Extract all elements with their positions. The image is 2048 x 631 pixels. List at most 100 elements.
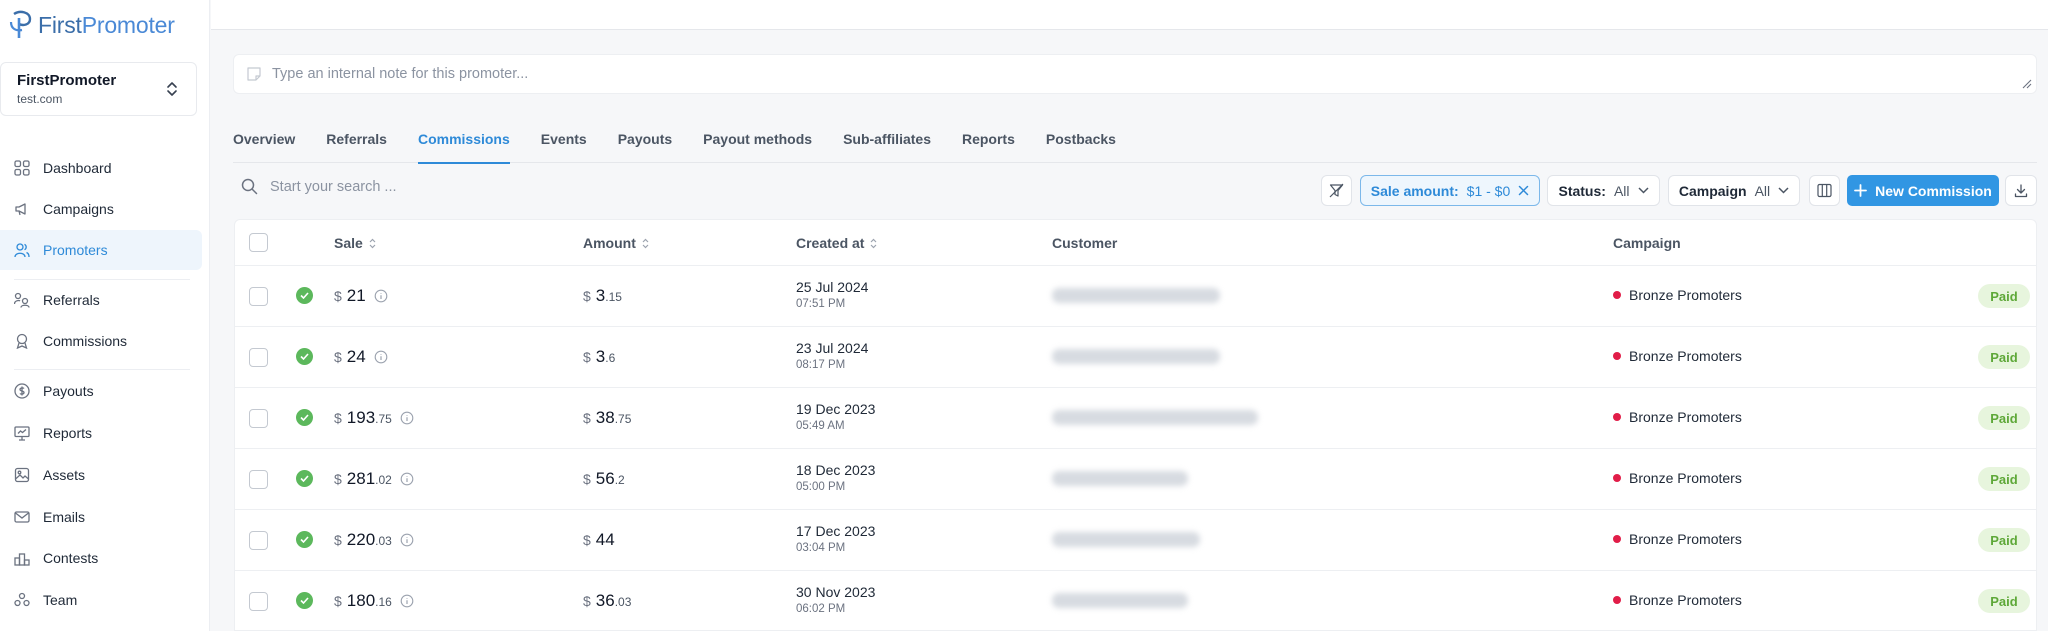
column-header-amount[interactable]: Amount [583, 235, 649, 251]
columns-icon [1817, 183, 1832, 198]
sale-amount-filter-label: Sale amount: [1370, 182, 1459, 199]
created-time: 05:00 PM [796, 481, 846, 493]
table-row[interactable]: $ 24 $ 3.6 23 Jul 2024 08:17 PM Bronze P… [235, 327, 2036, 388]
info-icon[interactable] [400, 411, 414, 425]
sidebar-item-referrals[interactable]: Referrals [0, 280, 202, 320]
brand-name-second: Promoter [81, 11, 175, 38]
filter-off-icon [1329, 183, 1344, 198]
internal-note-input[interactable] [272, 66, 1872, 82]
customer-email-blurred [1052, 349, 1220, 364]
created-at: 19 Dec 2023 05:49 AM [796, 401, 875, 432]
sale-amount: $ 193.75 [334, 408, 414, 428]
tab-events[interactable]: Events [541, 123, 587, 163]
new-commission-button[interactable]: New Commission [1847, 175, 1999, 206]
row-checkbox[interactable] [249, 531, 268, 550]
campaign-filter-dropdown[interactable]: Campaign All [1668, 175, 1800, 206]
table-row[interactable]: $ 281.02 $ 56.2 18 Dec 2023 05:00 PM Bro… [235, 449, 2036, 510]
sale-integer: 220 [346, 530, 376, 549]
note-icon [247, 67, 261, 81]
table-row[interactable]: $ 180.16 $ 36.03 30 Nov 2023 06:02 PM Br… [235, 571, 2036, 630]
sidebar-item-team[interactable]: Team [0, 580, 202, 620]
sidebar: FirstPromoter FirstPromoter test.com Das… [0, 0, 210, 631]
campaign-filter-label: Campaign [1678, 182, 1747, 199]
chevron-down-icon [1637, 187, 1649, 194]
commission-amount: $ 56.2 [583, 469, 625, 489]
status-filter-dropdown[interactable]: Status: All [1547, 175, 1660, 206]
sale-integer: 281 [346, 469, 376, 488]
tab-postbacks[interactable]: Postbacks [1046, 123, 1116, 163]
sidebar-item-label: Team [43, 592, 78, 608]
row-checkbox[interactable] [249, 409, 268, 428]
status-badge: Paid [1978, 284, 2030, 308]
campaign-cell: Bronze Promoters [1613, 287, 1742, 303]
brand-logo[interactable]: FirstPromoter [8, 10, 175, 40]
created-time: 08:17 PM [796, 359, 846, 371]
tab-referrals[interactable]: Referrals [326, 123, 387, 163]
amount-integer: 3 [595, 286, 606, 305]
sale-integer: 21 [346, 286, 366, 305]
account-switcher[interactable]: FirstPromoter test.com [0, 62, 197, 116]
info-icon[interactable] [374, 289, 388, 303]
amount-decimal: .03 [614, 595, 632, 609]
download-button[interactable] [2005, 175, 2037, 206]
sale-integer: 24 [346, 347, 366, 366]
sidebar-item-contests[interactable]: Contests [0, 538, 202, 578]
customer-email-blurred [1052, 288, 1220, 303]
info-icon[interactable] [374, 350, 388, 364]
sale-amount-filter-chip[interactable]: Sale amount: $1 - $0 [1360, 175, 1540, 206]
sidebar-item-dashboard[interactable]: Dashboard [0, 148, 202, 188]
select-all-checkbox[interactable] [249, 233, 268, 252]
account-domain: test.com [17, 92, 63, 106]
top-bar [211, 0, 2048, 30]
resize-grip-icon[interactable] [2022, 79, 2032, 89]
currency-symbol: $ [583, 471, 591, 487]
sale-amount: $ 220.03 [334, 530, 414, 550]
sidebar-item-payouts[interactable]: Payouts [0, 371, 202, 411]
megaphone-icon [15, 203, 26, 216]
amount-integer: 56 [595, 469, 615, 488]
info-icon[interactable] [400, 533, 414, 547]
table-row[interactable]: $ 21 $ 3.15 25 Jul 2024 07:51 PM Bronze … [235, 266, 2036, 327]
tab-sub-affiliates[interactable]: Sub-affiliates [843, 123, 931, 163]
sidebar-item-label: Reports [43, 425, 93, 441]
internal-note-field[interactable] [233, 54, 2037, 94]
currency-symbol: $ [583, 532, 591, 548]
row-checkbox[interactable] [249, 287, 268, 306]
sidebar-divider [14, 369, 190, 370]
sidebar-item-emails[interactable]: Emails [0, 497, 202, 537]
row-checkbox[interactable] [249, 470, 268, 489]
campaign-color-dot [1613, 596, 1621, 604]
created-date: 19 Dec 2023 [796, 401, 876, 417]
columns-button[interactable] [1809, 175, 1840, 206]
promoter-tabs: Overview Referrals Commissions Events Pa… [233, 123, 2037, 164]
info-icon[interactable] [400, 472, 414, 486]
search-input[interactable] [270, 178, 670, 195]
sidebar-item-assets[interactable]: Assets [0, 455, 202, 495]
row-checkbox[interactable] [249, 348, 268, 367]
column-header-created-at[interactable]: Created at [796, 235, 877, 251]
tab-commissions[interactable]: Commissions [417, 123, 510, 164]
table-row[interactable]: $ 220.03 $ 44 17 Dec 2023 03:04 PM Bronz… [235, 510, 2036, 571]
campaign-name: Bronze Promoters [1629, 348, 1742, 364]
campaign-cell: Bronze Promoters [1613, 470, 1742, 486]
info-icon[interactable] [400, 594, 414, 608]
dashboard-icon [14, 160, 30, 176]
sidebar-item-promoters[interactable]: Promoters [0, 230, 202, 270]
tab-payouts[interactable]: Payouts [618, 123, 672, 163]
commission-amount: $ 38.75 [583, 408, 631, 428]
sidebar-item-label: Assets [43, 467, 86, 483]
row-checkbox[interactable] [249, 592, 268, 611]
tab-reports[interactable]: Reports [962, 123, 1015, 163]
tab-payout-methods[interactable]: Payout methods [703, 123, 812, 163]
table-row[interactable]: $ 193.75 $ 38.75 19 Dec 2023 05:49 AM Br… [235, 388, 2036, 449]
customer-email-blurred [1052, 532, 1200, 547]
column-header-sale[interactable]: Sale [334, 235, 376, 251]
sidebar-item-campaigns[interactable]: Campaigns [0, 189, 202, 229]
brand-name-first: First [38, 11, 82, 38]
sidebar-item-reports[interactable]: Reports [0, 413, 202, 453]
close-icon[interactable] [1518, 185, 1529, 196]
tab-overview[interactable]: Overview [233, 123, 295, 163]
clear-filters-button[interactable] [1321, 175, 1352, 206]
campaign-cell: Bronze Promoters [1613, 592, 1742, 608]
sidebar-item-commissions[interactable]: Commissions [0, 321, 202, 361]
